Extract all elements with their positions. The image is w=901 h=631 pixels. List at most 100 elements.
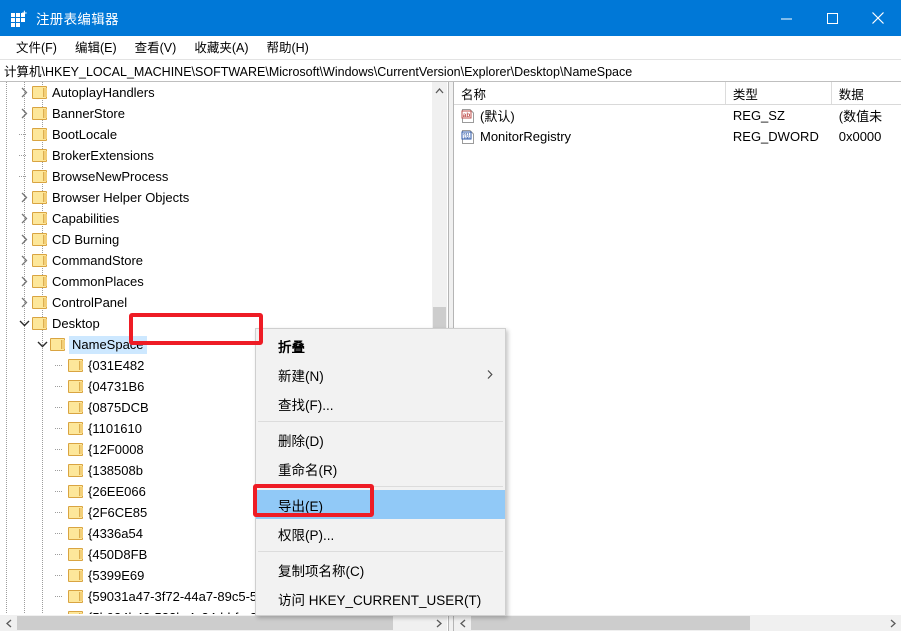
ctx-delete[interactable]: 删除(D) bbox=[256, 425, 505, 454]
value-row[interactable]: ab(默认)REG_SZ(数值未 bbox=[454, 105, 901, 126]
ctx-permissions[interactable]: 权限(P)... bbox=[256, 519, 505, 548]
tree-node[interactable]: AutoplayHandlers bbox=[0, 82, 432, 103]
folder-icon bbox=[32, 191, 47, 204]
context-menu-item-label: 导出(E) bbox=[278, 495, 323, 515]
tree-node-label: BootLocale bbox=[52, 127, 117, 143]
chevron-right-icon[interactable] bbox=[16, 229, 32, 250]
tree-node-label: {0875DCB bbox=[88, 400, 149, 416]
column-header-type[interactable]: 类型 bbox=[726, 82, 832, 104]
window-controls bbox=[763, 0, 901, 36]
folder-icon bbox=[32, 212, 47, 225]
tree-node-label: {4336a54 bbox=[88, 526, 143, 542]
column-header-data[interactable]: 数据 bbox=[832, 82, 901, 104]
folder-icon bbox=[32, 275, 47, 288]
tree-line-stub bbox=[52, 586, 68, 607]
ctx-goto-hkcu[interactable]: 访问 HKEY_CURRENT_USER(T) bbox=[256, 584, 505, 613]
tree-line-stub bbox=[52, 544, 68, 565]
value-scroll-right-icon[interactable] bbox=[884, 615, 901, 631]
tree-node-label: Capabilities bbox=[52, 211, 119, 227]
tree-node-label: {26EE066 bbox=[88, 484, 146, 500]
menu-help[interactable]: 帮助(H) bbox=[257, 35, 317, 59]
registry-editor-icon: + bbox=[11, 10, 27, 26]
tree-node[interactable]: ControlPanel bbox=[0, 292, 432, 313]
tree-node-label: {12F0008 bbox=[88, 442, 144, 458]
value-name-label: (默认) bbox=[480, 106, 515, 125]
ctx-rename[interactable]: 重命名(R) bbox=[256, 454, 505, 483]
chevron-right-icon[interactable] bbox=[16, 271, 32, 292]
tree-node[interactable]: BrokerExtensions bbox=[0, 145, 432, 166]
ctx-find[interactable]: 查找(F)... bbox=[256, 389, 505, 418]
context-menu-item-label: 新建(N) bbox=[278, 365, 324, 385]
tree-node-label: {2F6CE85 bbox=[88, 505, 147, 521]
folder-icon bbox=[68, 401, 83, 414]
tree-node-label: {5399E69 bbox=[88, 568, 144, 584]
scroll-left-icon[interactable] bbox=[0, 615, 17, 631]
ctx-export[interactable]: 导出(E) bbox=[256, 490, 505, 519]
menu-view[interactable]: 查看(V) bbox=[126, 35, 186, 59]
tree-node[interactable]: Capabilities bbox=[0, 208, 432, 229]
context-menu-item-label: 重命名(R) bbox=[278, 459, 337, 479]
tree-line-stub bbox=[52, 355, 68, 376]
tree-line-stub bbox=[52, 439, 68, 460]
chevron-down-icon[interactable] bbox=[16, 313, 32, 334]
tree-node[interactable]: BootLocale bbox=[0, 124, 432, 145]
tree-node-label: BrowseNewProcess bbox=[52, 169, 168, 185]
value-hscroll-track[interactable] bbox=[471, 615, 884, 631]
menu-favorites[interactable]: 收藏夹(A) bbox=[185, 35, 257, 59]
menu-file[interactable]: 文件(F) bbox=[7, 35, 66, 59]
value-list-body[interactable]: ab(默认)REG_SZ(数值未011100MonitorRegistryREG… bbox=[454, 105, 901, 614]
chevron-right-icon[interactable] bbox=[16, 208, 32, 229]
menu-edit[interactable]: 编辑(E) bbox=[66, 35, 126, 59]
tree-node-label: {031E482 bbox=[88, 358, 144, 374]
ctx-new[interactable]: 新建(N) bbox=[256, 360, 505, 389]
tree-horizontal-scrollbar[interactable] bbox=[0, 614, 447, 631]
tree-node-label: BannerStore bbox=[52, 106, 125, 122]
tree-node[interactable]: CommonPlaces bbox=[0, 271, 432, 292]
value-row[interactable]: 011100MonitorRegistryREG_DWORD0x0000 bbox=[454, 126, 901, 147]
folder-icon bbox=[68, 443, 83, 456]
value-hscroll-thumb[interactable] bbox=[471, 616, 750, 630]
ctx-copy-key-name[interactable]: 复制项名称(C) bbox=[256, 555, 505, 584]
chevron-right-icon[interactable] bbox=[16, 187, 32, 208]
tree-line-stub bbox=[16, 145, 32, 166]
minimize-button[interactable] bbox=[763, 0, 809, 36]
tree-line-stub bbox=[52, 607, 68, 614]
address-bar[interactable]: 计算机\HKEY_LOCAL_MACHINE\SOFTWARE\Microsof… bbox=[0, 59, 901, 82]
folder-icon bbox=[68, 422, 83, 435]
key-context-menu[interactable]: 折叠新建(N) 查找(F)... 删除(D) 重命名(R) 导出(E) 权限(P)... 复… bbox=[255, 328, 506, 616]
context-menu-item-label: 查找(F)... bbox=[278, 394, 334, 414]
value-scroll-left-icon[interactable] bbox=[454, 615, 471, 631]
tree-node-label: CD Burning bbox=[52, 232, 119, 248]
folder-icon bbox=[32, 254, 47, 267]
column-header-name[interactable]: 名称 bbox=[454, 82, 726, 104]
context-menu-item-label: 权限(P)... bbox=[278, 524, 334, 544]
tree-line-stub bbox=[52, 502, 68, 523]
maximize-button[interactable] bbox=[809, 0, 855, 36]
chevron-right-icon[interactable] bbox=[16, 82, 32, 103]
tree-node-label: Desktop bbox=[52, 316, 100, 332]
folder-icon bbox=[32, 128, 47, 141]
chevron-right-icon[interactable] bbox=[16, 292, 32, 313]
folder-icon bbox=[32, 86, 47, 99]
chevron-right-icon[interactable] bbox=[16, 250, 32, 271]
tree-node[interactable]: Browser Helper Objects bbox=[0, 187, 432, 208]
folder-icon bbox=[68, 569, 83, 582]
tree-node[interactable]: CD Burning bbox=[0, 229, 432, 250]
ctx-collapse[interactable]: 折叠 bbox=[256, 331, 505, 360]
tree-node[interactable]: BannerStore bbox=[0, 103, 432, 124]
close-button[interactable] bbox=[855, 0, 901, 36]
tree-hscroll-track[interactable] bbox=[17, 615, 430, 631]
folder-icon bbox=[32, 317, 47, 330]
context-menu-separator bbox=[258, 421, 503, 422]
tree-line-stub bbox=[16, 124, 32, 145]
tree-node[interactable]: BrowseNewProcess bbox=[0, 166, 432, 187]
value-horizontal-scrollbar[interactable] bbox=[454, 614, 901, 631]
svg-text:ab: ab bbox=[463, 112, 471, 119]
chevron-down-icon[interactable] bbox=[34, 334, 50, 355]
tree-hscroll-thumb[interactable] bbox=[17, 616, 393, 630]
chevron-right-icon[interactable] bbox=[16, 103, 32, 124]
tree-node[interactable]: CommandStore bbox=[0, 250, 432, 271]
tree-node-label: {138508b bbox=[88, 463, 143, 479]
scroll-right-icon[interactable] bbox=[430, 615, 447, 631]
scroll-up-icon[interactable] bbox=[432, 82, 447, 99]
